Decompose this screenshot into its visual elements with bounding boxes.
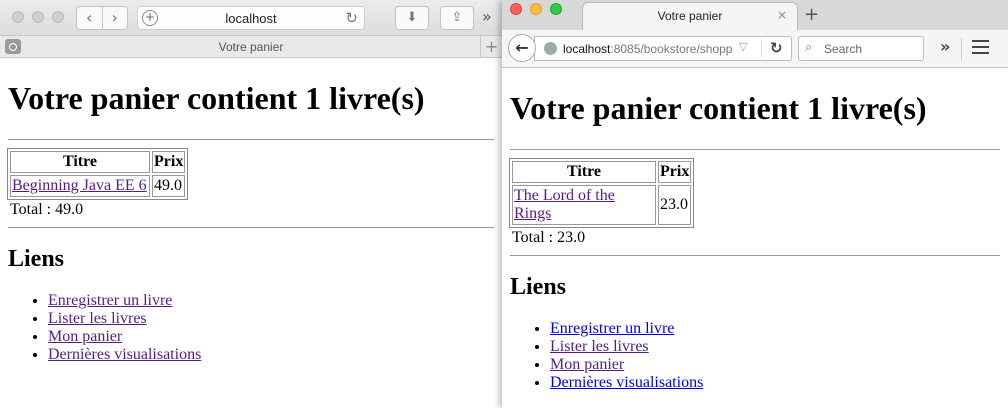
my-cart-link[interactable]: Mon panier xyxy=(550,356,624,373)
list-item: Mon panier xyxy=(48,328,494,346)
overflow-icon[interactable]: » xyxy=(940,37,950,56)
tab-title: Votre panier xyxy=(657,9,723,23)
book-price-cell: 49.0 xyxy=(152,175,186,197)
search-icon: ⌕ xyxy=(805,40,813,55)
reload-icon[interactable]: ↻ xyxy=(345,9,358,27)
list-item: Lister les livres xyxy=(550,338,1000,356)
firefox-titlebar: Votre panier × + xyxy=(502,0,1008,30)
register-book-link[interactable]: Enregistrer un livre xyxy=(48,292,172,309)
history-dropdown-icon[interactable]: ▽ xyxy=(739,40,747,53)
menu-icon[interactable] xyxy=(972,40,989,54)
list-item: Mon panier xyxy=(550,356,1000,374)
cart-total: Total : 23.0 xyxy=(512,229,586,246)
address-bar[interactable]: + localhost ↻ xyxy=(137,6,365,30)
list-books-link[interactable]: Lister les livres xyxy=(48,310,147,327)
page-title: Votre panier contient 1 livre(s) xyxy=(8,80,425,116)
column-header-price: Prix xyxy=(152,151,186,173)
zoom-window-button[interactable] xyxy=(52,11,64,23)
minimize-window-button[interactable] xyxy=(32,11,44,23)
links-heading: Liens xyxy=(510,274,567,300)
list-item: Dernières visualisations xyxy=(550,374,1000,392)
links-list: Enregistrer un livre Lister les livres M… xyxy=(8,292,494,364)
table-row: Beginning Java EE 6 49.0 xyxy=(10,175,186,197)
page-content: Votre panier contient 1 livre(s) Titre P… xyxy=(0,59,502,364)
page-title: Votre panier contient 1 livre(s) xyxy=(510,90,927,126)
new-tab-button[interactable]: + xyxy=(804,4,819,25)
book-link[interactable]: Beginning Java EE 6 xyxy=(12,177,147,194)
list-item: Dernières visualisations xyxy=(48,346,494,364)
page-content: Votre panier contient 1 livre(s) Titre P… xyxy=(502,69,1008,392)
list-item: Enregistrer un livre xyxy=(48,292,494,310)
close-window-button[interactable] xyxy=(510,3,522,15)
firefox-navbar: localhost:8085/bookstore/shopp ▽ ↻ ← ⌕ S… xyxy=(502,30,1008,68)
links-list: Enregistrer un livre Lister les livres M… xyxy=(510,320,1000,392)
close-tab-icon[interactable]: × xyxy=(777,8,787,22)
close-window-button[interactable] xyxy=(12,11,24,23)
divider xyxy=(8,227,494,228)
column-header-title: Titre xyxy=(512,161,656,183)
cart-table: Titre Prix Beginning Java EE 6 49.0 xyxy=(7,148,189,200)
forward-button[interactable]: › xyxy=(103,7,128,29)
links-heading: Liens xyxy=(8,246,65,272)
list-item: Enregistrer un livre xyxy=(550,320,1000,338)
back-button[interactable]: ‹ xyxy=(77,7,103,29)
cart-total: Total : 49.0 xyxy=(10,201,84,218)
new-tab-button[interactable]: + xyxy=(480,36,502,58)
cart-table: Titre Prix The Lord of the Rings 23.0 xyxy=(509,158,695,228)
recent-views-link[interactable]: Dernières visualisations xyxy=(550,374,703,391)
column-header-price: Prix xyxy=(658,161,692,183)
back-button[interactable]: ← xyxy=(508,34,536,62)
globe-icon xyxy=(544,42,557,55)
table-row: The Lord of the Rings 23.0 xyxy=(512,185,692,225)
tab-votre-panier[interactable]: Votre panier × xyxy=(582,2,798,30)
column-header-title: Titre xyxy=(10,151,150,173)
tab-close-icon[interactable] xyxy=(5,39,21,54)
recent-views-link[interactable]: Dernières visualisations xyxy=(48,346,201,363)
firefox-window: Votre panier × + localhost:8085/bookstor… xyxy=(502,0,1008,408)
tab-bar: Votre panier + xyxy=(0,36,502,58)
overflow-icon[interactable]: » xyxy=(482,7,492,26)
divider xyxy=(510,255,1000,256)
toolbar-separator xyxy=(961,38,962,60)
url-bar[interactable]: localhost:8085/bookstore/shopp ▽ ↻ xyxy=(534,36,792,61)
url-text: localhost:8085/bookstore/shopp xyxy=(563,42,733,56)
downloads-button[interactable]: ⬇ xyxy=(395,6,429,30)
url-path: :8085/bookstore/shopp xyxy=(610,42,733,56)
register-book-link[interactable]: Enregistrer un livre xyxy=(550,320,674,337)
safari-window: ‹ › + localhost ↻ ⬇ ⇪ » Votre panier + V… xyxy=(0,0,502,408)
book-title-cell: Beginning Java EE 6 xyxy=(10,175,150,197)
book-price-cell: 23.0 xyxy=(658,185,692,225)
list-item: Lister les livres xyxy=(48,310,494,328)
list-books-link[interactable]: Lister les livres xyxy=(550,338,649,355)
tab-title[interactable]: Votre panier xyxy=(30,40,472,54)
book-title-cell: The Lord of the Rings xyxy=(512,185,656,225)
my-cart-link[interactable]: Mon panier xyxy=(48,328,122,345)
search-box[interactable]: ⌕ Search xyxy=(798,36,924,61)
search-placeholder: Search xyxy=(824,42,863,56)
minimize-window-button[interactable] xyxy=(530,3,542,15)
address-text: localhost xyxy=(225,11,277,26)
book-link[interactable]: The Lord of the Rings xyxy=(514,187,615,222)
url-host: localhost xyxy=(563,42,611,56)
table-header-row: Titre Prix xyxy=(512,161,692,183)
share-button[interactable]: ⇪ xyxy=(440,6,474,30)
reload-icon[interactable]: ↻ xyxy=(761,39,783,57)
table-header-row: Titre Prix xyxy=(10,151,186,173)
safari-toolbar: ‹ › + localhost ↻ ⬇ ⇪ » xyxy=(0,0,502,36)
divider xyxy=(8,139,494,140)
zoom-window-button[interactable] xyxy=(550,3,562,15)
divider xyxy=(510,149,1000,150)
nav-buttons: ‹ › xyxy=(76,6,128,30)
